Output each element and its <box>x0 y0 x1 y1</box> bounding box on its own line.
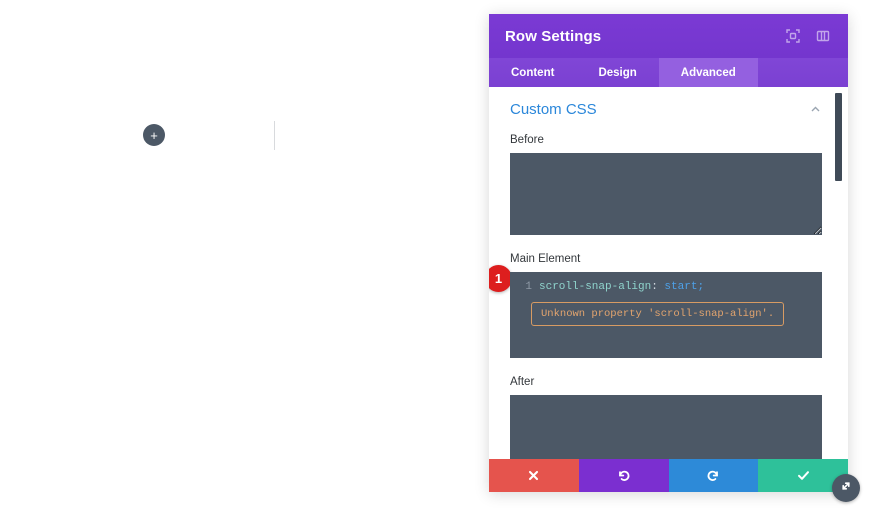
error-count-badge: 1 <box>489 265 512 292</box>
code-content: scroll-snap-align: start; <box>539 280 704 295</box>
plus-icon: + <box>150 127 158 143</box>
panel-tabs: Content Design Advanced <box>489 58 848 87</box>
css-terminator-token: ; <box>697 281 705 293</box>
field-label-after: After <box>510 376 535 388</box>
code-editor-wrapper: 1 1 scroll-snap-align: start; Unknown pr… <box>489 265 822 358</box>
resize-diagonal-icon <box>839 479 853 498</box>
redo-icon <box>706 468 721 483</box>
tab-advanced[interactable]: Advanced <box>658 58 758 87</box>
css-error-message: Unknown property 'scroll-snap-align'. <box>531 302 785 326</box>
main-element-code-editor[interactable]: 1 scroll-snap-align: start; Unknown prop… <box>510 272 822 358</box>
tab-design[interactable]: Design <box>576 58 658 87</box>
chevron-up-icon[interactable] <box>809 103 822 116</box>
field-label-main-element: Main Element <box>510 253 581 265</box>
row-settings-panel: Row Settings Content Design Advanced Cus… <box>489 14 848 492</box>
tab-content[interactable]: Content <box>489 58 576 87</box>
panel-scroll-area: Custom CSS Before Main Element 1 1 scrol… <box>489 87 848 459</box>
css-separator-token: : <box>651 281 665 293</box>
undo-icon <box>616 468 631 483</box>
column-divider <box>274 121 275 150</box>
undo-button[interactable] <box>578 459 669 492</box>
x-icon <box>527 469 540 482</box>
field-before: Before <box>510 134 822 235</box>
cancel-button[interactable] <box>489 459 579 492</box>
section-title: Custom CSS <box>510 101 597 118</box>
field-after: After <box>510 376 822 459</box>
field-main-element: Main Element 1 1 scroll-snap-align: star… <box>489 253 822 358</box>
css-property-token: scroll-snap-align <box>539 281 652 293</box>
after-css-textarea[interactable] <box>510 395 822 459</box>
layout-columns-icon[interactable] <box>814 27 832 45</box>
before-css-textarea[interactable] <box>510 153 822 235</box>
line-number: 1 <box>525 281 532 293</box>
field-label-before: Before <box>510 134 544 146</box>
panel-header: Row Settings <box>489 14 848 58</box>
panel-resize-handle[interactable] <box>832 474 860 502</box>
panel-scrollbar-track[interactable] <box>835 87 845 459</box>
add-row-button[interactable]: + <box>143 124 165 146</box>
check-icon <box>796 468 811 483</box>
code-line-1: 1 scroll-snap-align: start; <box>510 280 822 295</box>
fullscreen-icon[interactable] <box>784 27 802 45</box>
redo-button[interactable] <box>668 459 759 492</box>
custom-css-section-header[interactable]: Custom CSS <box>510 101 822 118</box>
css-value-token: start <box>664 281 698 293</box>
panel-footer <box>489 459 848 492</box>
panel-title: Row Settings <box>505 27 602 45</box>
panel-body: Custom CSS Before Main Element 1 1 scrol… <box>489 87 848 459</box>
panel-scrollbar-thumb[interactable] <box>835 93 842 181</box>
